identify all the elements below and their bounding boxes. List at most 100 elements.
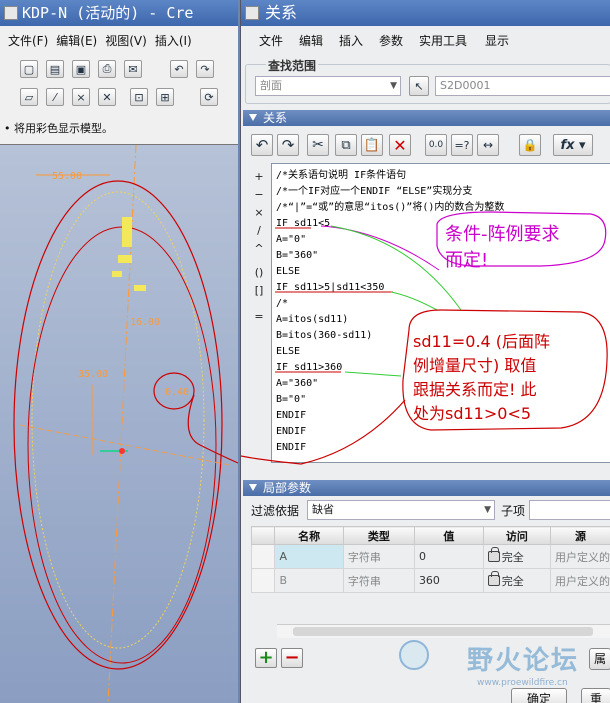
table-header-row: 名称 类型 值 访问 源 xyxy=(250,526,610,545)
relations-section-header[interactable]: 关系 xyxy=(243,110,610,126)
callout-text-2: sd11=0.4 (后面阵 例增量尺寸) 取值 跟据关系而定! 此 处为sd11… xyxy=(413,330,550,426)
sketch-icon[interactable]: ⊞ xyxy=(156,88,174,106)
table-row[interactable]: A 字符串 0 完全 用户定义的 xyxy=(250,544,610,569)
repaint-icon[interactable]: ⟳ xyxy=(200,88,218,106)
undo-icon[interactable]: ↶ xyxy=(251,134,273,156)
dialog-titlebar[interactable]: 关系 xyxy=(241,0,610,26)
annotation-ellipse-inner xyxy=(27,226,217,664)
connector-red xyxy=(241,399,406,465)
open-file-icon[interactable]: ▤ xyxy=(46,60,64,78)
redo-icon[interactable]: ↷ xyxy=(196,60,214,78)
collapse-triangle-icon xyxy=(249,114,257,121)
dialog-app-icon xyxy=(245,6,259,20)
search-type-value: 剖面 xyxy=(260,79,282,92)
save-icon[interactable]: ▣ xyxy=(72,60,90,78)
select-arrow-icon[interactable]: ↖ xyxy=(409,76,429,96)
coordinate-system-icon[interactable]: ✕ xyxy=(98,88,116,106)
datum-axis-icon[interactable]: ⁄ xyxy=(46,88,64,106)
table-scrollbar[interactable] xyxy=(277,624,610,638)
main-window-titlebar[interactable]: KDP-N (活动的) - Cre xyxy=(0,0,238,26)
ok-button[interactable]: 确定 xyxy=(511,688,567,703)
param-access-text: 完全 xyxy=(501,574,524,588)
datum-point-icon[interactable]: × xyxy=(72,88,90,106)
dialog-menu-file[interactable]: 文件 xyxy=(259,30,283,52)
dialog-menu-display[interactable]: 显示 xyxy=(485,30,509,52)
param-access-cell[interactable]: 完全 xyxy=(482,544,552,569)
lock-icon[interactable]: 🔒 xyxy=(519,134,541,156)
filter-select[interactable]: 缺省 ▼ xyxy=(307,500,495,520)
main-window-title: KDP-N (活动的) - Cre xyxy=(22,4,194,22)
add-param-button[interactable]: + xyxy=(255,648,277,668)
status-hint: • 将用彩色显示模型。 xyxy=(4,122,113,135)
scrollbar-thumb[interactable] xyxy=(293,627,593,636)
column-header-name[interactable]: 名称 xyxy=(274,526,344,545)
copy-icon[interactable]: ⧉ xyxy=(335,134,357,156)
column-header-value[interactable]: 值 xyxy=(413,526,484,545)
subitem-field[interactable] xyxy=(529,500,610,520)
search-type-select[interactable]: 剖面 ▼ xyxy=(255,76,401,96)
param-name-cell[interactable]: A xyxy=(274,544,344,569)
function-icon[interactable]: fx ▾ xyxy=(553,134,593,156)
param-access-cell[interactable]: 完全 xyxy=(482,568,552,593)
arrow-green-3 xyxy=(344,371,402,377)
send-icon[interactable]: ✉ xyxy=(124,60,142,78)
param-access-text: 完全 xyxy=(501,550,524,564)
dimension-35[interactable]: 35.00 xyxy=(78,369,108,380)
status-hint-text: 将用彩色显示模型。 xyxy=(14,122,113,135)
arrow-green-1 xyxy=(330,225,462,311)
menu-insert[interactable]: 插入(I) xyxy=(155,30,192,52)
dimension-16[interactable]: 16.00 xyxy=(130,317,160,328)
dimension-55[interactable]: 55.00 xyxy=(52,171,82,182)
param-source-cell[interactable]: 用户定义的 xyxy=(550,568,610,593)
redo-icon[interactable]: ↷ xyxy=(277,134,299,156)
properties-button[interactable]: 属 xyxy=(589,648,610,670)
dialog-title: 关系 xyxy=(265,3,298,22)
menu-view[interactable]: 视图(V) xyxy=(105,30,147,52)
model-canvas[interactable]: 55.00 35.00 16.00 0.40 xyxy=(0,144,238,703)
param-value-cell[interactable]: 0 xyxy=(413,544,484,569)
local-params-section-header[interactable]: 局部参数 xyxy=(243,480,610,496)
annotation-icon[interactable]: ⊡ xyxy=(130,88,148,106)
param-value-cell[interactable]: 360 xyxy=(413,568,484,593)
datum-plane-icon[interactable]: ▱ xyxy=(20,88,38,106)
relations-dialog: 关系 文件 编辑 插入 参数 实用工具 显示 查找范围 剖面 ▼ ↖ S2D00… xyxy=(240,0,610,703)
remove-param-button[interactable]: − xyxy=(281,648,303,668)
new-file-icon[interactable]: ▢ xyxy=(20,60,38,78)
print-icon[interactable]: ⎙ xyxy=(98,60,116,78)
construction-line xyxy=(19,424,231,466)
main-menubar: 文件(F) 编辑(E) 视图(V) 插入(I) xyxy=(0,30,238,52)
param-name-cell[interactable]: B xyxy=(274,568,344,593)
paste-icon[interactable]: 📋 xyxy=(361,134,383,156)
dialog-menu-utilities[interactable]: 实用工具 xyxy=(419,30,467,52)
dialog-menu-edit[interactable]: 编辑 xyxy=(299,30,323,52)
undo-icon[interactable]: ↶ xyxy=(170,60,188,78)
param-type-cell[interactable]: 字符串 xyxy=(342,568,415,593)
search-range-label: 查找范围 xyxy=(266,57,319,74)
param-source-cell[interactable]: 用户定义的 xyxy=(550,544,610,569)
param-type-cell[interactable]: 字符串 xyxy=(342,544,415,569)
connector-magenta xyxy=(320,225,440,271)
callout-2-line-2: 例增量尺寸) 取值 xyxy=(413,356,537,375)
local-params-section-title: 局部参数 xyxy=(263,481,312,495)
dimension-040[interactable]: 0.40 xyxy=(165,387,189,398)
delete-icon[interactable]: ✕ xyxy=(389,134,411,156)
verify-icon[interactable]: =? xyxy=(451,134,473,156)
watermark-logo-icon xyxy=(399,640,429,670)
menu-edit[interactable]: 编辑(E) xyxy=(56,30,97,52)
menu-file[interactable]: 文件(F) xyxy=(8,30,48,52)
column-header-type[interactable]: 类型 xyxy=(342,526,415,545)
dimension-icon[interactable]: ↔ xyxy=(477,134,499,156)
evaluate-icon[interactable]: 0.0 xyxy=(425,134,447,156)
chevron-down-icon: ▼ xyxy=(484,505,491,515)
dialog-menu-params[interactable]: 参数 xyxy=(379,30,403,52)
cut-icon[interactable]: ✂ xyxy=(307,134,329,156)
column-header-access[interactable]: 访问 xyxy=(482,526,552,545)
lock-icon xyxy=(487,546,500,562)
search-name-field[interactable]: S2D0001 xyxy=(435,76,610,96)
callout-1-line-1: 条件-阵例要求 xyxy=(445,224,560,245)
app-icon xyxy=(4,6,18,20)
dialog-menu-insert[interactable]: 插入 xyxy=(339,30,363,52)
reset-button[interactable]: 重 xyxy=(581,688,610,703)
column-header-source[interactable]: 源 xyxy=(550,526,610,545)
table-row[interactable]: B 字符串 360 完全 用户定义的 xyxy=(250,568,610,593)
